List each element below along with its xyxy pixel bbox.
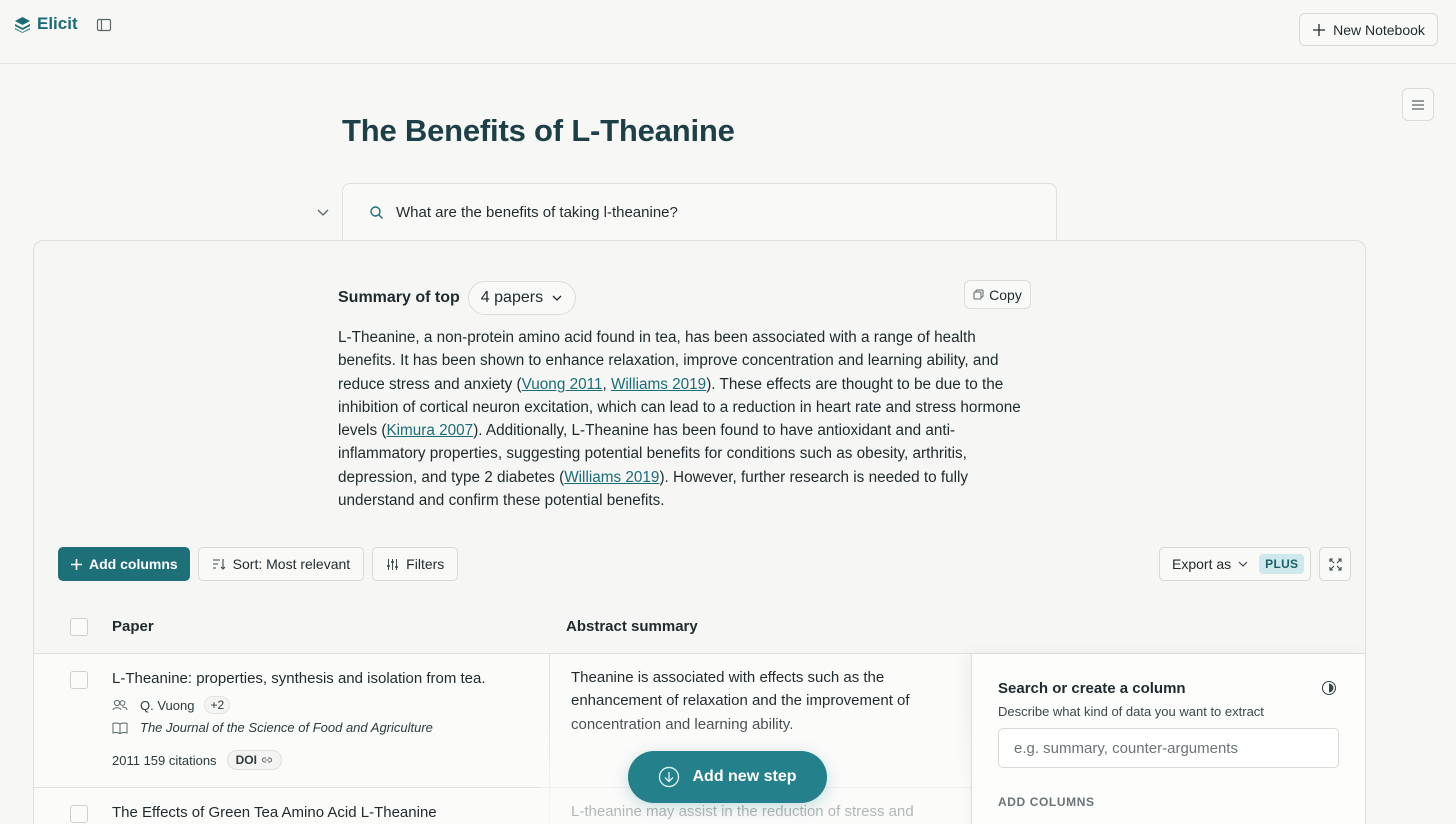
link-icon xyxy=(261,757,272,763)
collapse-chevron-icon[interactable] xyxy=(316,205,330,219)
sidebar-toggle-icon[interactable] xyxy=(96,17,112,33)
arrow-down-circle-icon xyxy=(659,766,680,788)
author-name[interactable]: Q. Vuong xyxy=(140,698,194,713)
cell-divider xyxy=(549,788,550,824)
copy-button[interactable]: Copy xyxy=(964,280,1031,309)
abstract-column-header[interactable]: Abstract summary xyxy=(566,618,698,635)
table-header: Paper Abstract summary xyxy=(34,601,1365,654)
menu-button[interactable] xyxy=(1402,88,1434,121)
chevron-down-icon xyxy=(552,295,562,301)
chevron-down-icon xyxy=(1238,561,1248,567)
doi-label: DOI xyxy=(235,753,257,767)
summary-label: Summary of top xyxy=(338,289,460,306)
column-search-panel: Search or create a column Describe what … xyxy=(971,654,1365,824)
plus-badge: PLUS xyxy=(1259,554,1305,574)
export-dropdown[interactable]: Export as PLUS xyxy=(1159,547,1312,581)
paper-column-header[interactable]: Paper xyxy=(112,618,154,635)
sort-icon xyxy=(212,559,226,570)
citation-link[interactable]: Williams 2019 xyxy=(611,376,706,393)
doi-link[interactable]: DOI xyxy=(226,750,282,770)
citation-line: 2011 159 citations DOI xyxy=(112,750,282,770)
search-icon xyxy=(370,206,383,219)
sliders-icon xyxy=(387,558,399,570)
citation-link[interactable]: Williams 2019 xyxy=(564,469,659,486)
notebook-title[interactable]: The Benefits of L-Theanine xyxy=(342,113,735,149)
cell-divider xyxy=(549,654,550,787)
abstract-summary: Theanine is associated with effects such… xyxy=(571,669,910,733)
add-new-step-button[interactable]: Add new step xyxy=(628,751,827,803)
extra-authors-badge[interactable]: +2 xyxy=(204,696,231,714)
citation-link[interactable]: Vuong 2011 xyxy=(522,376,603,393)
add-columns-button[interactable]: Add columns xyxy=(58,547,190,581)
papers-count-value: 4 papers xyxy=(480,289,544,306)
hamburger-icon xyxy=(1412,99,1424,110)
query-box[interactable]: What are the benefits of taking l-theani… xyxy=(342,183,1057,241)
expand-icon xyxy=(1329,557,1342,571)
row-checkbox[interactable] xyxy=(70,805,88,823)
elicit-logo[interactable]: Elicit xyxy=(14,14,78,34)
add-columns-section-label: ADD COLUMNS xyxy=(998,795,1095,809)
filters-button[interactable]: Filters xyxy=(372,547,459,581)
plus-icon xyxy=(71,558,82,570)
export-label: Export as xyxy=(1172,556,1232,572)
credits-icon[interactable] xyxy=(1321,680,1337,696)
elicit-logo-icon xyxy=(15,16,30,33)
export-controls: Export as PLUS xyxy=(1159,547,1352,581)
copy-icon xyxy=(973,289,984,300)
journal-name: The Journal of the Science of Food and A… xyxy=(140,720,433,735)
app-name: Elicit xyxy=(37,14,78,33)
column-panel-description: Describe what kind of data you want to e… xyxy=(998,704,1264,719)
year-citations: 2011 159 citations xyxy=(112,752,217,768)
expand-button[interactable] xyxy=(1319,547,1352,581)
new-notebook-label: New Notebook xyxy=(1333,21,1425,38)
column-search-input[interactable] xyxy=(998,728,1339,768)
plus-icon xyxy=(1313,23,1326,36)
row-checkbox[interactable] xyxy=(70,671,88,689)
table-toolbar: Add columns Sort: Most relevant Filters xyxy=(58,547,459,581)
summary-text: L-Theanine, a non-protein amino acid fou… xyxy=(338,326,1028,512)
paper-title[interactable]: The Effects of Green Tea Amino Acid L-Th… xyxy=(112,804,437,821)
select-all-checkbox[interactable] xyxy=(70,618,88,636)
copy-label: Copy xyxy=(989,286,1022,303)
summary-text-part: , xyxy=(602,375,611,393)
authors-line: Q. Vuong +2 xyxy=(112,696,231,714)
column-panel-title: Search or create a column xyxy=(998,680,1186,697)
authors-icon xyxy=(112,699,128,711)
sort-button[interactable]: Sort: Most relevant xyxy=(197,547,365,581)
query-text: What are the benefits of taking l-theani… xyxy=(396,204,678,221)
journal-line: The Journal of the Science of Food and A… xyxy=(112,720,433,735)
summary-header: Summary of top 4 papers xyxy=(338,281,577,315)
sort-label: Sort: Most relevant xyxy=(232,556,351,572)
book-icon xyxy=(112,721,128,734)
abstract-summary: L-theanine may assist in the reduction o… xyxy=(571,803,914,820)
paper-title[interactable]: L-Theanine: properties, synthesis and is… xyxy=(112,670,486,687)
new-notebook-button[interactable]: New Notebook xyxy=(1299,13,1438,46)
papers-count-dropdown[interactable]: 4 papers xyxy=(467,281,577,315)
add-new-step-label: Add new step xyxy=(692,768,797,785)
add-columns-label: Add columns xyxy=(89,556,178,572)
filters-label: Filters xyxy=(406,556,445,572)
top-bar: Elicit New Notebook xyxy=(0,0,1456,64)
results-panel: Summary of top 4 papers Copy L-Theanine,… xyxy=(33,240,1366,824)
citation-link[interactable]: Kimura 2007 xyxy=(386,422,473,439)
